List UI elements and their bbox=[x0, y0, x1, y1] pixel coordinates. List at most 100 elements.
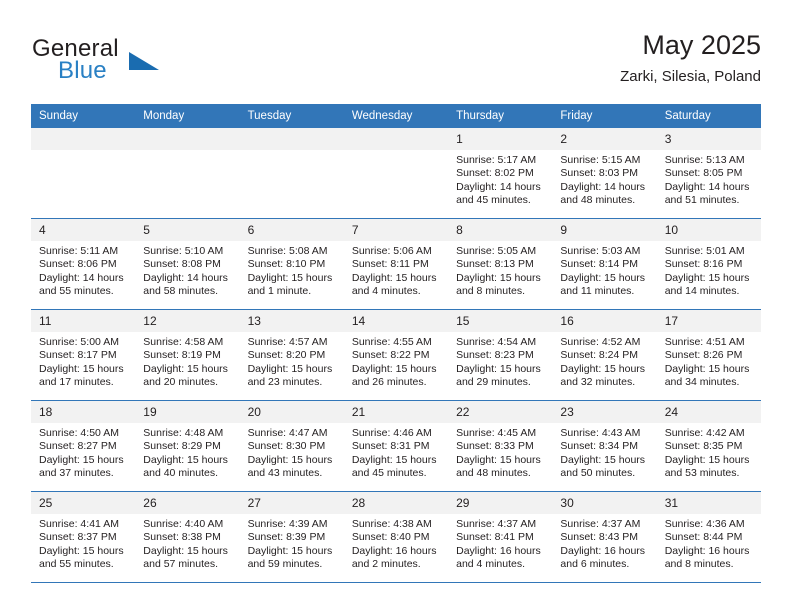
calendar-day-cell[interactable]: 30 Sunrise: 4:37 AM Sunset: 8:43 PM Dayligh… bbox=[552, 491, 657, 583]
daylight-text-line-1: Daylight: 16 hours bbox=[456, 544, 541, 557]
calendar-day-cell[interactable]: 5 Sunrise: 5:10 AM Sunset: 8:08 PM Daylight… bbox=[135, 218, 240, 310]
calendar-day-cell[interactable]: 23 Sunrise: 4:43 AM Sunset: 8:34 PM Dayligh… bbox=[552, 400, 657, 492]
day-details: Sunrise: 4:40 AM Sunset: 8:38 PM Daylight:… bbox=[135, 514, 239, 572]
sunrise-text: Sunrise: 4:39 AM bbox=[247, 518, 328, 530]
calendar-day-cell[interactable]: 20 Sunrise: 4:47 AM Sunset: 8:30 PM Dayligh… bbox=[239, 400, 344, 492]
calendar-day-cell[interactable]: 1 Sunrise: 5:17 AM Sunset: 8:02 PM Daylight… bbox=[448, 128, 553, 219]
daylight-text-line-2: and 45 minutes. bbox=[351, 467, 427, 480]
daylight-text-line-2: and 8 minutes. bbox=[456, 285, 526, 298]
day-details: Sunrise: 4:36 AM Sunset: 8:44 PM Daylight:… bbox=[657, 514, 761, 572]
calendar-day-cell[interactable]: 27 Sunrise: 4:39 AM Sunset: 8:39 PM Dayligh… bbox=[239, 491, 344, 583]
calendar-day-cell[interactable]: 29 Sunrise: 4:37 AM Sunset: 8:41 PM Dayligh… bbox=[448, 491, 553, 583]
calendar-day-cell[interactable]: 6 Sunrise: 5:08 AM Sunset: 8:10 PM Daylight… bbox=[239, 218, 344, 310]
day-details: Sunrise: 5:08 AM Sunset: 8:10 PM Daylight:… bbox=[240, 241, 344, 299]
day-number: 19 bbox=[135, 401, 240, 423]
calendar-day-cell[interactable]: 14 Sunrise: 4:55 AM Sunset: 8:22 PM Dayligh… bbox=[343, 309, 449, 401]
calendar-day-cell[interactable]: 16 Sunrise: 4:52 AM Sunset: 8:24 PM Dayligh… bbox=[552, 309, 657, 401]
logo-triangle-icon bbox=[129, 52, 159, 70]
daylight-text-line-2: and 48 minutes. bbox=[456, 467, 531, 480]
calendar-day-cell[interactable]: 28 Sunrise: 4:38 AM Sunset: 8:40 PM Dayligh… bbox=[343, 491, 449, 583]
day-number: 5 bbox=[135, 219, 240, 241]
sunset-text: Sunset: 8:29 PM bbox=[143, 440, 221, 453]
day-number bbox=[239, 128, 344, 150]
calendar-day-cell[interactable]: 31 Sunrise: 4:36 AM Sunset: 8:44 PM Dayligh… bbox=[656, 491, 761, 583]
calendar-day-cell[interactable]: 10 Sunrise: 5:01 AM Sunset: 8:16 PM Dayligh… bbox=[656, 218, 761, 310]
day-details: Sunrise: 4:41 AM Sunset: 8:37 PM Daylight:… bbox=[31, 514, 135, 572]
calendar-body: 1 Sunrise: 5:17 AM Sunset: 8:02 PM Daylight… bbox=[31, 128, 761, 583]
calendar-day-cell[interactable]: 9 Sunrise: 5:03 AM Sunset: 8:14 PM Daylight… bbox=[552, 218, 657, 310]
weekday-header-thursday: Thursday bbox=[448, 104, 553, 128]
sunset-text: Sunset: 8:10 PM bbox=[247, 258, 326, 271]
day-number: 28 bbox=[343, 492, 449, 514]
day-number: 7 bbox=[343, 219, 449, 241]
sunrise-text: Sunrise: 4:38 AM bbox=[351, 518, 432, 530]
day-number: 25 bbox=[31, 492, 136, 514]
page-header: General Blue May 2025 Zarki, Silesia, Po… bbox=[31, 28, 761, 94]
day-number: 12 bbox=[135, 310, 240, 332]
sunrise-text: Sunrise: 4:55 AM bbox=[351, 336, 432, 348]
sunrise-text: Sunrise: 4:52 AM bbox=[560, 336, 641, 348]
daylight-text-line-2: and 59 minutes. bbox=[247, 558, 323, 571]
calendar-day-cell[interactable]: 8 Sunrise: 5:05 AM Sunset: 8:13 PM Daylight… bbox=[448, 218, 553, 310]
calendar-day-cell[interactable]: 4 Sunrise: 5:11 AM Sunset: 8:06 PM Daylight… bbox=[31, 218, 136, 310]
calendar-day-cell[interactable]: 3 Sunrise: 5:13 AM Sunset: 8:05 PM Daylight… bbox=[656, 128, 761, 219]
sunrise-text: Sunrise: 4:51 AM bbox=[664, 336, 745, 348]
calendar-day-cell[interactable]: 24 Sunrise: 4:42 AM Sunset: 8:35 PM Dayligh… bbox=[656, 400, 761, 492]
daylight-text-line-2: and 32 minutes. bbox=[560, 376, 636, 389]
day-details: Sunrise: 5:05 AM Sunset: 8:13 PM Daylight:… bbox=[448, 241, 552, 299]
calendar-day-cell[interactable]: 2 Sunrise: 5:15 AM Sunset: 8:03 PM Daylight… bbox=[552, 128, 657, 219]
calendar-day-cell[interactable]: 7 Sunrise: 5:06 AM Sunset: 8:11 PM Daylight… bbox=[343, 218, 449, 310]
calendar-day-cell[interactable]: 11 Sunrise: 5:00 AM Sunset: 8:17 PM Dayligh… bbox=[31, 309, 136, 401]
daylight-text-line-1: Daylight: 15 hours bbox=[456, 453, 541, 466]
calendar-day-cell[interactable]: 18 Sunrise: 4:50 AM Sunset: 8:27 PM Dayligh… bbox=[31, 400, 136, 492]
calendar-day-cell[interactable]: 19 Sunrise: 4:48 AM Sunset: 8:29 PM Dayligh… bbox=[135, 400, 240, 492]
calendar-day-cell[interactable]: 17 Sunrise: 4:51 AM Sunset: 8:26 PM Dayligh… bbox=[656, 309, 761, 401]
day-details: Sunrise: 5:17 AM Sunset: 8:02 PM Daylight:… bbox=[448, 150, 552, 208]
day-details: Sunrise: 4:52 AM Sunset: 8:24 PM Daylight:… bbox=[552, 332, 656, 390]
sunset-text: Sunset: 8:08 PM bbox=[143, 258, 221, 271]
daylight-text-line-2: and 37 minutes. bbox=[39, 467, 114, 480]
daylight-text-line-1: Daylight: 16 hours bbox=[560, 544, 646, 557]
weekday-header-tuesday: Tuesday bbox=[239, 104, 344, 128]
day-details: Sunrise: 4:39 AM Sunset: 8:39 PM Daylight:… bbox=[240, 514, 344, 572]
calendar-day-cell-empty bbox=[135, 128, 240, 219]
calendar-day-cell[interactable]: 21 Sunrise: 4:46 AM Sunset: 8:31 PM Dayligh… bbox=[343, 400, 449, 492]
page-title: May 2025 bbox=[642, 30, 761, 60]
daylight-text-line-2: and 45 minutes. bbox=[456, 194, 531, 207]
calendar-day-cell[interactable]: 25 Sunrise: 4:41 AM Sunset: 8:37 PM Dayligh… bbox=[31, 491, 136, 583]
sunset-text: Sunset: 8:35 PM bbox=[664, 440, 743, 453]
calendar-day-cell[interactable]: 26 Sunrise: 4:40 AM Sunset: 8:38 PM Dayligh… bbox=[135, 491, 240, 583]
day-number: 17 bbox=[656, 310, 761, 332]
sunset-text: Sunset: 8:40 PM bbox=[351, 531, 430, 544]
day-details: Sunrise: 5:06 AM Sunset: 8:11 PM Daylight:… bbox=[344, 241, 448, 299]
daylight-text-line-2: and 2 minutes. bbox=[351, 558, 421, 571]
calendar-header-row: Sunday Monday Tuesday Wednesday Thursday… bbox=[31, 104, 761, 128]
calendar-day-cell[interactable]: 12 Sunrise: 4:58 AM Sunset: 8:19 PM Dayligh… bbox=[135, 309, 240, 401]
sunrise-text: Sunrise: 4:46 AM bbox=[351, 427, 432, 439]
daylight-text-line-2: and 1 minute. bbox=[247, 285, 312, 298]
general-blue-logo[interactable]: General Blue bbox=[31, 36, 261, 92]
daylight-text-line-2: and 6 minutes. bbox=[560, 558, 630, 571]
day-number bbox=[135, 128, 240, 150]
day-number: 15 bbox=[448, 310, 553, 332]
daylight-text-line-1: Daylight: 15 hours bbox=[143, 453, 228, 466]
daylight-text-line-1: Daylight: 15 hours bbox=[664, 362, 750, 375]
calendar-day-cell[interactable]: 13 Sunrise: 4:57 AM Sunset: 8:20 PM Dayligh… bbox=[239, 309, 344, 401]
daylight-text-line-1: Daylight: 15 hours bbox=[247, 544, 333, 557]
sunset-text: Sunset: 8:11 PM bbox=[351, 258, 429, 271]
calendar-week-row: 18 Sunrise: 4:50 AM Sunset: 8:27 PM Dayligh… bbox=[31, 400, 761, 492]
day-number: 27 bbox=[239, 492, 344, 514]
daylight-text-line-1: Daylight: 14 hours bbox=[456, 180, 541, 193]
sunrise-text: Sunrise: 5:11 AM bbox=[39, 245, 119, 257]
calendar-day-cell[interactable]: 15 Sunrise: 4:54 AM Sunset: 8:23 PM Dayligh… bbox=[448, 309, 553, 401]
daylight-text-line-1: Daylight: 15 hours bbox=[351, 453, 437, 466]
daylight-text-line-2: and 17 minutes. bbox=[39, 376, 114, 389]
daylight-text-line-1: Daylight: 15 hours bbox=[143, 544, 228, 557]
calendar-table: Sunday Monday Tuesday Wednesday Thursday… bbox=[31, 104, 761, 583]
day-number: 31 bbox=[656, 492, 761, 514]
calendar-day-cell[interactable]: 22 Sunrise: 4:45 AM Sunset: 8:33 PM Dayligh… bbox=[448, 400, 553, 492]
day-number: 29 bbox=[448, 492, 553, 514]
calendar-day-cell-empty bbox=[31, 128, 136, 219]
sunrise-text: Sunrise: 4:37 AM bbox=[456, 518, 537, 530]
calendar-week-row: 4 Sunrise: 5:11 AM Sunset: 8:06 PM Daylight… bbox=[31, 218, 761, 310]
